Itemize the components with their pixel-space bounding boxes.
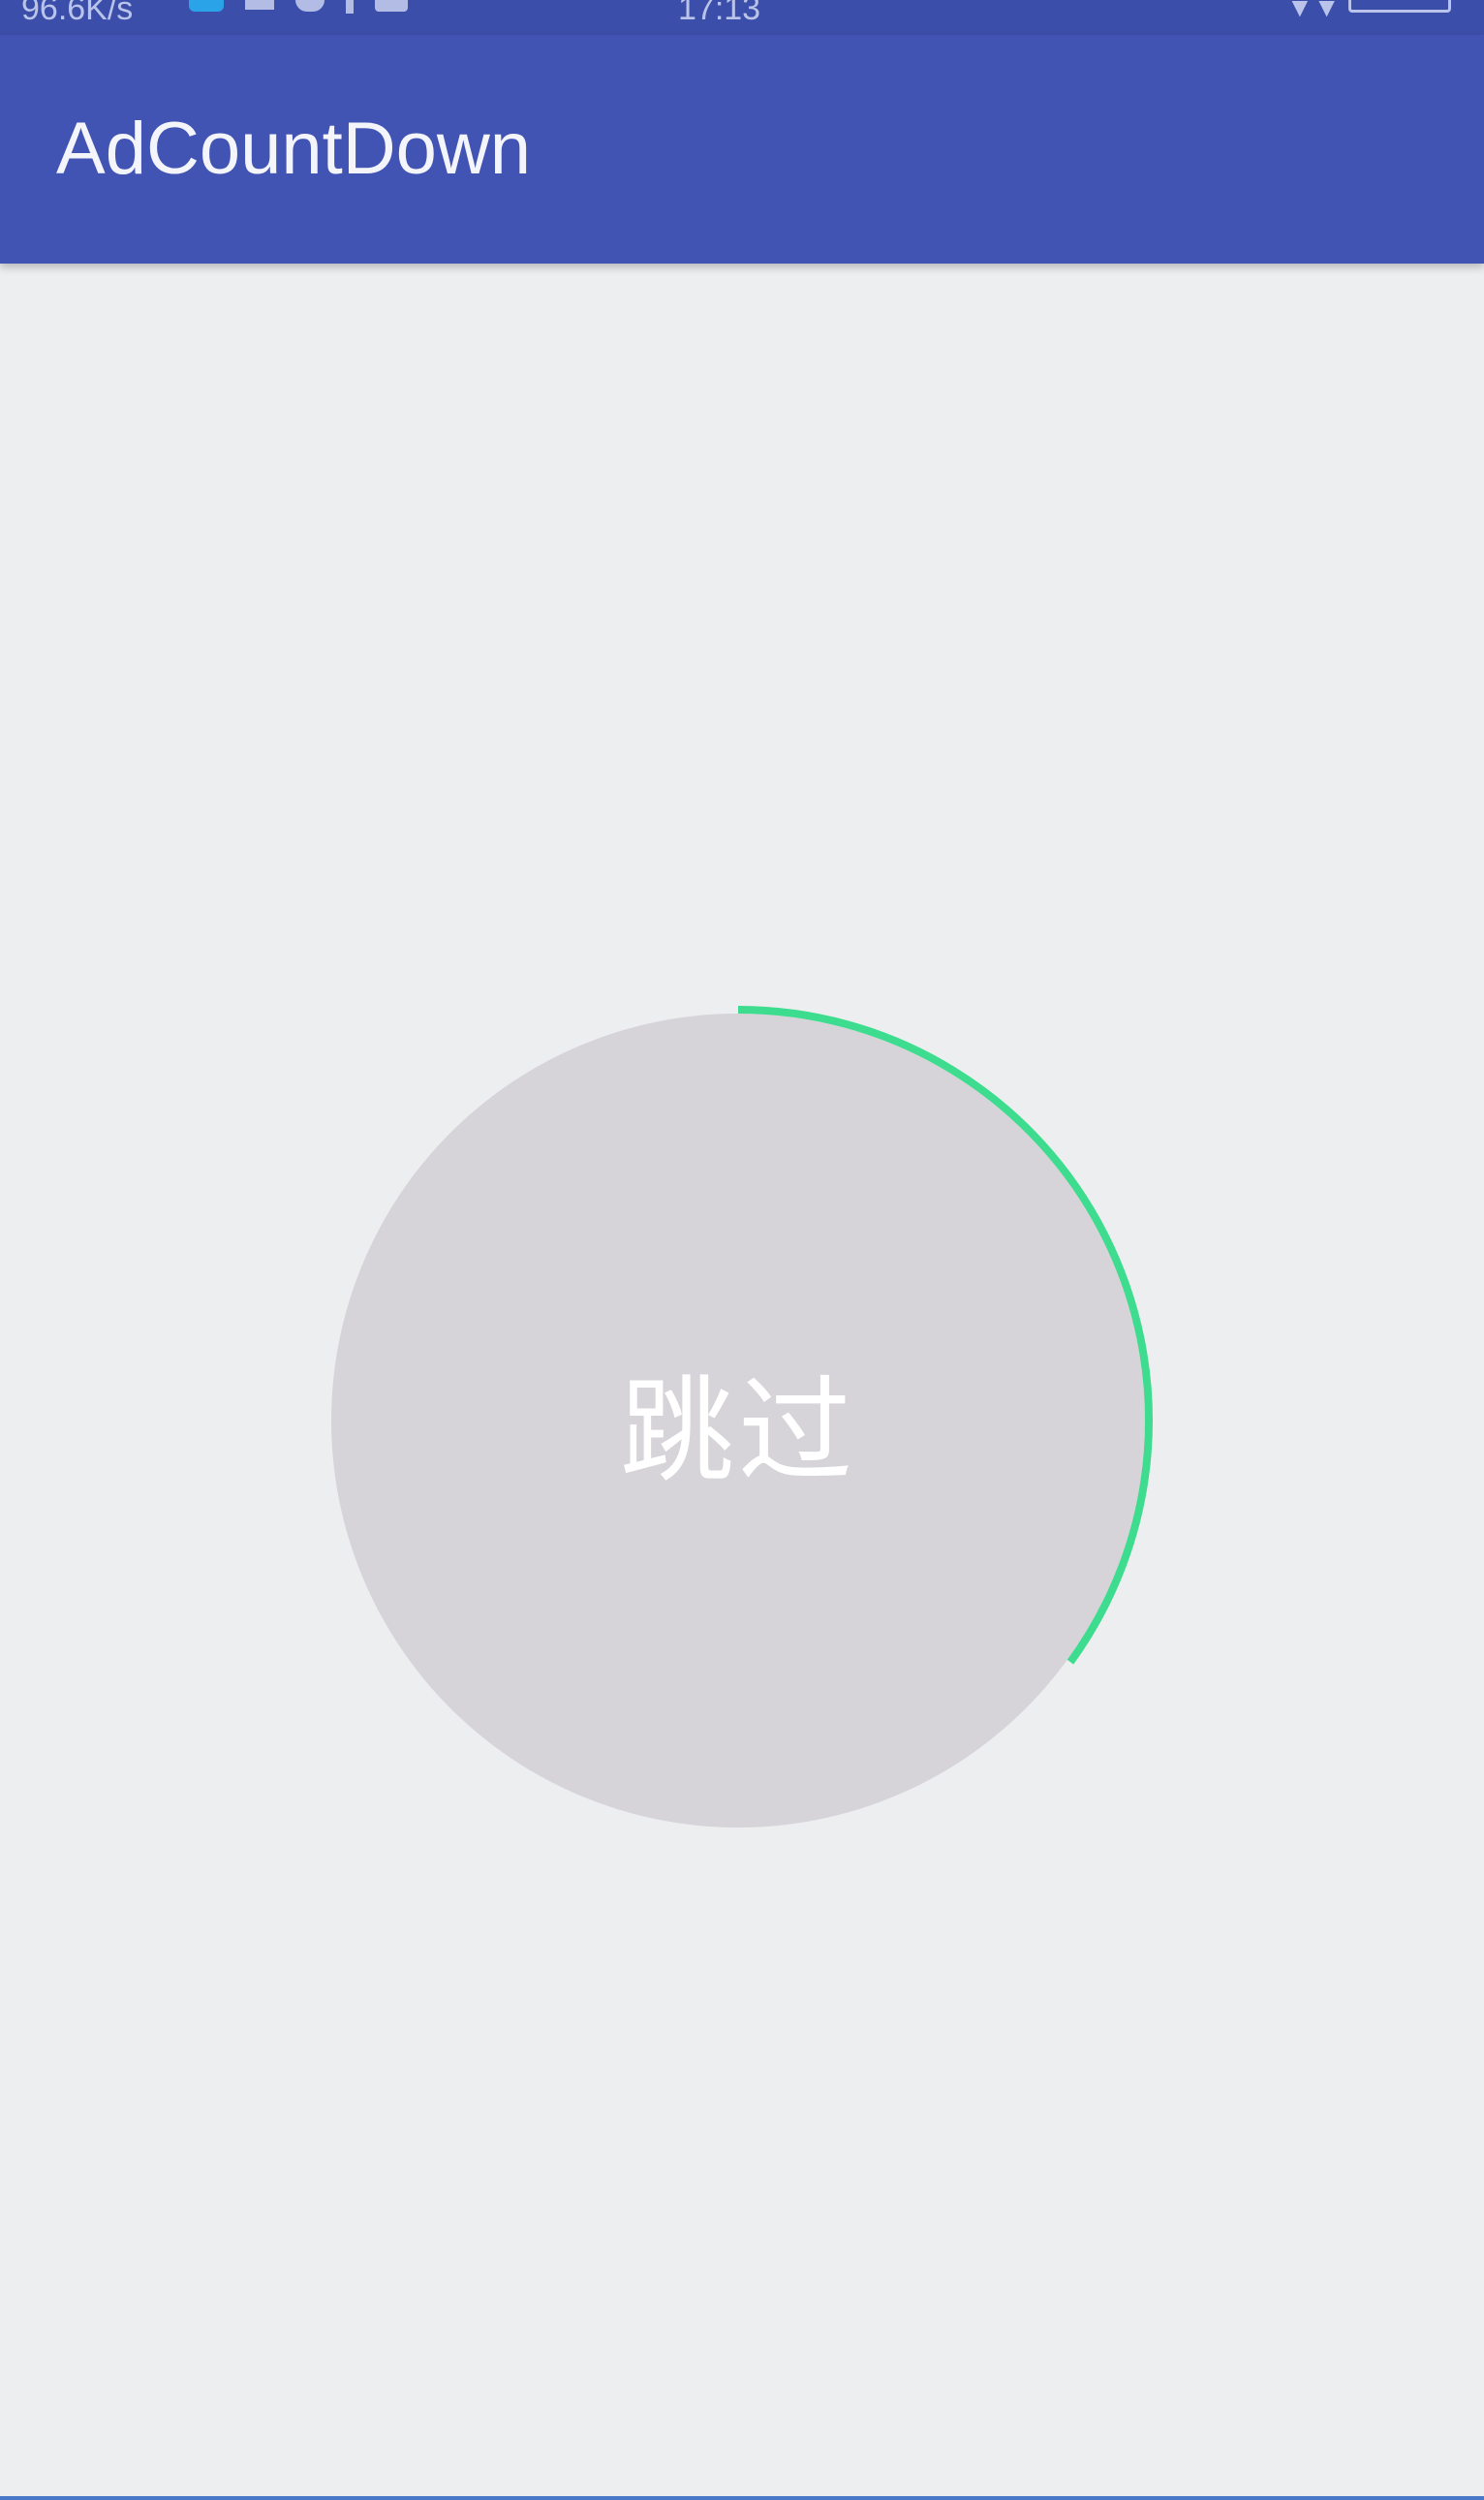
bottom-divider [0,2496,1484,2500]
signal-icon: ▼▼ [1286,0,1341,22]
app-title: AdCountDown [56,108,532,190]
alert-icon [346,0,354,14]
skip-label: 跳过 [619,1363,856,1498]
status-bar: 96.6K/s 17:13 ▼▼ [0,0,1484,35]
notification-icon [189,0,224,12]
image-icon [375,0,408,12]
network-speed-text: 96.6K/s [21,0,134,27]
sync-icon [295,0,325,12]
app-bar: AdCountDown [0,35,1484,264]
message-icon [245,0,274,10]
status-time: 17:13 [678,0,761,27]
screen: 96.6K/s 17:13 ▼▼ AdCountDown 跳过 [0,0,1484,2500]
countdown-skip-button[interactable]: 跳过 [320,1002,1157,1839]
battery-icon [1348,0,1451,13]
notification-icons [189,0,408,14]
main-content: 跳过 [0,264,1484,2500]
